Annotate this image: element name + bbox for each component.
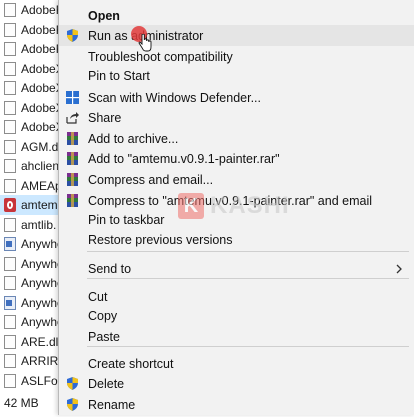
menu-item-add-to-archive[interactable]: Add to archive... bbox=[59, 128, 414, 149]
status-size: 42 MB bbox=[4, 395, 39, 410]
menu-item-label: Create shortcut bbox=[88, 356, 174, 371]
menu-item-label: Pin to Start bbox=[88, 68, 150, 83]
share-icon bbox=[65, 110, 80, 125]
menu-item-pin-to-start[interactable]: Pin to Start bbox=[59, 65, 414, 86]
file-icon bbox=[4, 139, 16, 154]
menu-item-add-to-amtemu-v0-9-1-painter-rar[interactable]: Add to "amtemu.v0.9.1-painter.rar" bbox=[59, 148, 414, 169]
menu-item-restore-previous-versions[interactable]: Restore previous versions bbox=[59, 229, 414, 250]
file-icon bbox=[4, 276, 16, 290]
hand-cursor-icon bbox=[138, 34, 152, 52]
menu-item-cut[interactable]: Cut bbox=[59, 286, 414, 307]
file-name: amtlib. bbox=[21, 217, 57, 232]
menu-item-label: Delete bbox=[88, 376, 125, 391]
menu-item-rename[interactable]: Rename bbox=[59, 394, 414, 415]
file-icon bbox=[4, 334, 16, 349]
menu-item-copy[interactable]: Copy bbox=[59, 305, 414, 326]
exe-icon bbox=[4, 237, 16, 251]
menu-separator bbox=[87, 346, 409, 347]
menu-item-label: Add to "amtemu.v0.9.1-painter.rar" bbox=[88, 151, 280, 166]
shield-icon bbox=[65, 397, 80, 412]
menu-item-label: Open bbox=[88, 8, 120, 23]
file-icon bbox=[4, 256, 16, 271]
menu-item-label: Compress and email... bbox=[88, 172, 214, 187]
menu-item-open[interactable]: Open bbox=[59, 5, 414, 26]
winrar-icon bbox=[65, 193, 80, 208]
file-icon bbox=[4, 315, 16, 329]
menu-separator bbox=[87, 251, 409, 252]
winrar-icon bbox=[65, 172, 80, 187]
file-icon bbox=[4, 120, 16, 134]
winrar-icon bbox=[65, 131, 80, 146]
file-icon bbox=[4, 61, 16, 76]
file-name: AdobeF bbox=[21, 22, 64, 37]
menu-item-send-to[interactable]: Send to bbox=[59, 258, 414, 279]
file-name: ARE.dll bbox=[21, 334, 62, 349]
amtemu-icon bbox=[4, 198, 16, 212]
file-icon bbox=[4, 3, 16, 17]
chevron-right-icon bbox=[393, 262, 405, 274]
file-name: amtem bbox=[21, 198, 58, 212]
menu-item-delete[interactable]: Delete bbox=[59, 373, 414, 394]
menu-item-paste[interactable]: Paste bbox=[59, 326, 414, 347]
watermark-badge: K bbox=[178, 193, 204, 219]
file-name: AMEAp bbox=[21, 178, 62, 193]
watermark: K KASHI bbox=[178, 192, 290, 220]
watermark-text: KASHI bbox=[210, 192, 290, 219]
file-name: ahclient bbox=[21, 159, 63, 173]
menu-item-share[interactable]: Share bbox=[59, 107, 414, 128]
winrar-icon bbox=[65, 151, 80, 166]
file-icon bbox=[4, 178, 16, 193]
menu-item-label: Share bbox=[88, 110, 122, 125]
menu-item-label: Cut bbox=[88, 289, 108, 304]
menu-separator bbox=[87, 278, 409, 279]
menu-item-compress-and-email[interactable]: Compress and email... bbox=[59, 169, 414, 190]
menu-item-label: Scan with Windows Defender... bbox=[88, 90, 261, 105]
menu-item-label: Restore previous versions bbox=[88, 232, 233, 247]
shield-icon bbox=[65, 376, 80, 391]
menu-item-label: Add to archive... bbox=[88, 131, 179, 146]
defender-icon bbox=[65, 90, 80, 105]
shield-icon bbox=[65, 28, 80, 43]
menu-item-label: Troubleshoot compatibility bbox=[88, 49, 233, 64]
menu-item-create-shortcut[interactable]: Create shortcut bbox=[59, 353, 414, 374]
menu-item-troubleshoot-compatibility[interactable]: Troubleshoot compatibility bbox=[59, 46, 414, 67]
menu-item-label: Rename bbox=[88, 397, 136, 412]
file-icon bbox=[4, 159, 16, 173]
file-icon bbox=[4, 42, 16, 56]
menu-item-label: Send to bbox=[88, 261, 132, 276]
exe-icon bbox=[4, 295, 16, 310]
file-icon bbox=[4, 100, 16, 115]
file-icon bbox=[4, 217, 16, 232]
menu-item-label: Paste bbox=[88, 329, 120, 344]
menu-item-scan-with-windows-defender[interactable]: Scan with Windows Defender... bbox=[59, 87, 414, 108]
file-icon bbox=[4, 81, 16, 95]
file-name: AdobeF bbox=[21, 42, 64, 56]
file-icon bbox=[4, 354, 16, 368]
file-icon bbox=[4, 22, 16, 37]
file-icon bbox=[4, 373, 16, 388]
file-name: AdobeF bbox=[21, 3, 64, 17]
menu-item-label: Pin to taskbar bbox=[88, 212, 165, 227]
menu-item-run-as-administrator[interactable]: Run as administrator bbox=[59, 25, 414, 46]
menu-item-label: Copy bbox=[88, 308, 118, 323]
